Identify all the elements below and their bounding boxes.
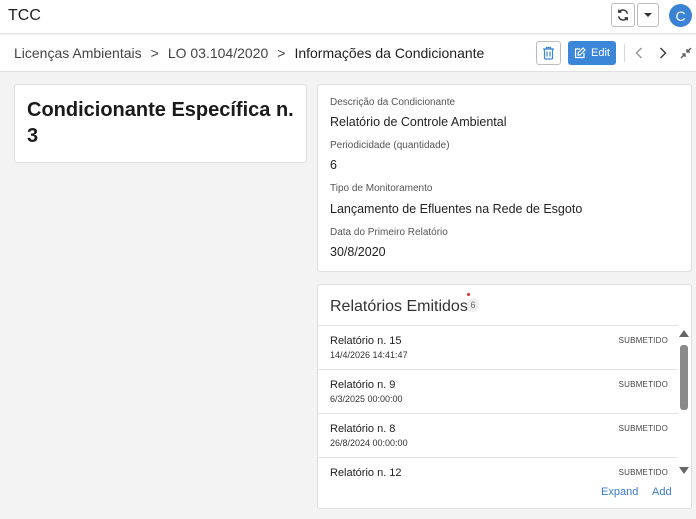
title-card: Condicionante Específica n. 3: [14, 84, 307, 163]
edit-button[interactable]: Edit: [568, 41, 616, 65]
breadcrumb-separator: >: [150, 45, 159, 61]
page-title: Condicionante Específica n. 3: [27, 99, 294, 147]
scroll-up-arrow[interactable]: [679, 330, 689, 337]
status-badge: SUBMETIDO: [618, 424, 668, 433]
reports-card: Relatórios Emitidos 6 Relatório n. 15 14…: [317, 284, 692, 509]
breadcrumb-current: Informações da Condicionante: [294, 45, 485, 61]
reports-title: Relatórios Emitidos: [330, 298, 468, 315]
field-value-data: 30/8/2020: [330, 245, 386, 259]
delete-button[interactable]: [536, 41, 561, 65]
status-badge: SUBMETIDO: [618, 336, 668, 345]
trash-icon: [543, 46, 554, 60]
field-value-tipo: Lançamento de Efluentes na Rede de Esgot…: [330, 202, 583, 216]
breadcrumb: Licenças Ambientais > LO 03.104/2020 > I…: [14, 45, 484, 61]
status-badge: SUBMETIDO: [618, 380, 668, 389]
report-name[interactable]: Relatório n. 15: [330, 335, 402, 347]
avatar[interactable]: C: [669, 4, 692, 27]
list-item[interactable]: Relatório n. 8 26/8/2024 00:00:00 SUBMET…: [318, 413, 678, 457]
breadcrumb-item-licencas[interactable]: Licenças Ambientais: [14, 45, 142, 61]
chevron-left-icon: [635, 47, 643, 59]
edit-button-label: Edit: [591, 47, 610, 59]
options-dropdown-button[interactable]: [637, 3, 659, 27]
top-bar: TCC C: [0, 0, 696, 34]
field-label-data: Data do Primeiro Relatório: [330, 227, 448, 238]
add-link[interactable]: Add: [652, 486, 672, 498]
reports-count-badge: 6: [467, 298, 479, 312]
toolbar-divider: [624, 44, 625, 62]
collapse-icon: [680, 47, 692, 59]
field-label-periodicidade: Periodicidade (quantidade): [330, 140, 450, 151]
edit-icon: [574, 47, 586, 59]
expand-link[interactable]: Expand: [601, 486, 638, 498]
collapse-button[interactable]: [678, 44, 694, 62]
next-record-button[interactable]: [656, 44, 670, 62]
app-title: TCC: [8, 7, 41, 24]
report-name[interactable]: Relatório n. 12: [330, 467, 402, 479]
sync-button[interactable]: [611, 3, 635, 27]
report-name[interactable]: Relatório n. 8: [330, 423, 395, 435]
field-label-descricao: Descrição da Condicionante: [330, 97, 456, 108]
report-date: 6/3/2025 00:00:00: [330, 394, 403, 404]
list-item[interactable]: Relatório n. 15 14/4/2026 14:41:47 SUBME…: [318, 325, 678, 369]
field-label-tipo: Tipo de Monitoramento: [330, 183, 433, 194]
chevron-down-icon: [644, 13, 652, 17]
field-value-descricao: Relatório de Controle Ambiental: [330, 115, 507, 129]
report-date: 26/8/2024 00:00:00: [330, 438, 408, 448]
list-item[interactable]: Relatório n. 9 6/3/2025 00:00:00 SUBMETI…: [318, 369, 678, 413]
notification-dot: [467, 293, 470, 296]
scroll-down-arrow[interactable]: [679, 467, 689, 474]
breadcrumb-separator: >: [277, 45, 286, 61]
field-value-periodicidade: 6: [330, 158, 337, 172]
chevron-right-icon: [659, 47, 667, 59]
list-item[interactable]: Relatório n. 12 SUBMETIDO: [318, 457, 678, 479]
scrollbar-thumb[interactable]: [680, 345, 688, 410]
breadcrumb-item-license[interactable]: LO 03.104/2020: [168, 45, 268, 61]
details-card: Descrição da Condicionante Relatório de …: [317, 84, 692, 272]
sync-icon: [617, 9, 629, 21]
status-badge: SUBMETIDO: [618, 468, 668, 477]
report-name[interactable]: Relatório n. 9: [330, 379, 395, 391]
record-header-bar: Licenças Ambientais > LO 03.104/2020 > I…: [0, 35, 696, 72]
reports-list: Relatório n. 15 14/4/2026 14:41:47 SUBME…: [318, 325, 678, 479]
previous-record-button[interactable]: [632, 44, 646, 62]
report-date: 14/4/2026 14:41:47: [330, 350, 408, 360]
